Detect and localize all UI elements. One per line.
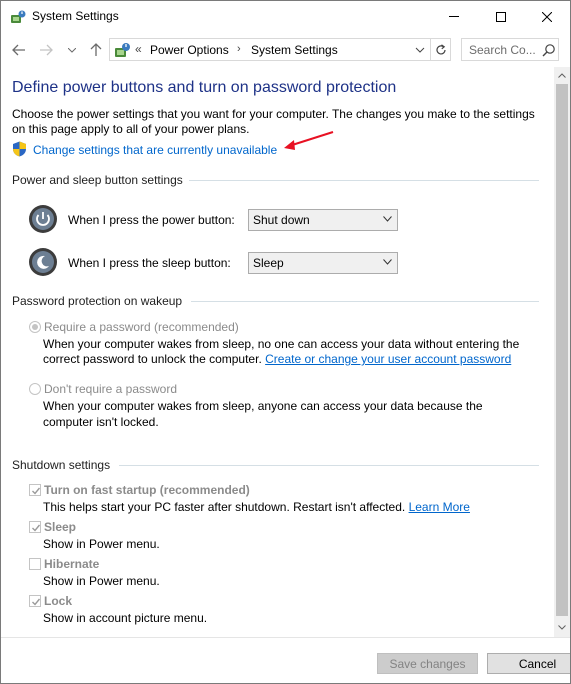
power-sleep-section-header: Power and sleep button settings xyxy=(12,173,183,187)
shutdown-section-header: Shutdown settings xyxy=(12,458,111,472)
sleep-checkbox[interactable] xyxy=(29,521,41,533)
close-button[interactable] xyxy=(524,1,570,32)
maximize-icon xyxy=(496,11,506,22)
scroll-down-button[interactable] xyxy=(554,619,570,636)
chevron-down-icon xyxy=(68,47,76,53)
minimize-button[interactable] xyxy=(431,1,477,32)
hibernate-description: Show in Power menu. xyxy=(43,574,160,588)
maximize-button[interactable] xyxy=(478,1,524,32)
recent-locations-button[interactable] xyxy=(63,41,81,59)
section-divider xyxy=(189,180,539,181)
checkmark-icon xyxy=(32,598,41,606)
title-bar: System Settings xyxy=(1,1,570,32)
page-title: Define power buttons and turn on passwor… xyxy=(12,79,397,96)
scroll-thumb[interactable] xyxy=(556,84,568,616)
sleep-label[interactable]: Sleep xyxy=(44,519,76,535)
power-options-icon xyxy=(113,41,131,59)
create-password-link[interactable]: Create or change your user account passw… xyxy=(265,352,511,366)
footer-bar: Save changes Cancel xyxy=(1,637,570,683)
sleep-button-icon xyxy=(28,247,58,277)
minimize-icon xyxy=(449,16,459,17)
lock-description: Show in account picture menu. xyxy=(43,611,208,625)
section-divider xyxy=(191,301,539,302)
back-button[interactable] xyxy=(10,41,28,59)
address-bar[interactable]: « Power Options › System Settings xyxy=(109,38,451,61)
system-settings-window: System Settings « Power Options › System… xyxy=(0,0,571,684)
lock-checkbox[interactable] xyxy=(29,595,41,607)
scroll-up-button[interactable] xyxy=(554,67,570,84)
window-title: System Settings xyxy=(32,9,119,23)
chevron-up-icon xyxy=(558,73,566,78)
search-input[interactable]: Search Co... xyxy=(461,38,559,61)
chevron-down-icon xyxy=(415,47,425,53)
chevron-down-icon xyxy=(383,259,392,265)
password-section-header: Password protection on wakeup xyxy=(12,294,183,308)
section-divider xyxy=(119,465,539,466)
fast-startup-label[interactable]: Turn on fast startup (recommended) xyxy=(44,482,250,498)
up-button[interactable] xyxy=(87,41,105,59)
power-button-action-select[interactable]: Shut down xyxy=(248,209,398,231)
intro-text: Choose the power settings that you want … xyxy=(12,107,535,136)
refresh-button[interactable] xyxy=(430,39,450,60)
fast-startup-description-text: This helps start your PC faster after sh… xyxy=(43,500,406,514)
power-button-label: When I press the power button: xyxy=(68,213,235,227)
power-options-app-icon xyxy=(10,9,26,25)
forward-arrow-icon xyxy=(40,44,53,56)
vertical-scrollbar[interactable] xyxy=(554,67,570,637)
main-content: Define power buttons and turn on passwor… xyxy=(1,67,554,637)
checkmark-icon xyxy=(32,487,41,495)
forward-button[interactable] xyxy=(37,41,55,59)
change-unavailable-settings-link[interactable]: Change settings that are currently unava… xyxy=(33,143,277,157)
sleep-description: Show in Power menu. xyxy=(43,537,160,551)
learn-more-link[interactable]: Learn More xyxy=(409,500,470,514)
sleep-button-action-value: Sleep xyxy=(253,256,284,270)
require-password-radio[interactable] xyxy=(29,321,41,333)
power-button-icon xyxy=(28,204,58,234)
require-password-label[interactable]: Require a password (recommended) xyxy=(44,319,239,335)
refresh-icon xyxy=(435,43,446,54)
back-arrow-icon xyxy=(12,44,25,56)
checkmark-icon xyxy=(32,524,41,532)
breadcrumb-separator[interactable]: › xyxy=(237,43,241,55)
address-dropdown-button[interactable] xyxy=(413,42,427,58)
breadcrumb-system-settings[interactable]: System Settings xyxy=(251,43,338,57)
require-password-description-line1: When your computer wakes from sleep, no … xyxy=(43,337,520,351)
dont-require-password-label[interactable]: Don't require a password xyxy=(44,381,177,397)
breadcrumb-power-options[interactable]: Power Options xyxy=(150,43,229,57)
close-icon xyxy=(542,11,552,22)
chevron-down-icon xyxy=(383,216,392,222)
cancel-button[interactable]: Cancel xyxy=(487,653,570,674)
require-password-description-text: correct password to unlock the computer. xyxy=(43,352,262,366)
sleep-button-action-select[interactable]: Sleep xyxy=(248,252,398,274)
breadcrumb-overflow[interactable]: « xyxy=(135,42,142,56)
search-placeholder: Search Co... xyxy=(469,43,536,57)
lock-label[interactable]: Lock xyxy=(44,593,72,609)
hibernate-checkbox[interactable] xyxy=(29,558,41,570)
sleep-button-label: When I press the sleep button: xyxy=(68,256,231,270)
power-button-action-value: Shut down xyxy=(253,213,310,227)
fast-startup-checkbox[interactable] xyxy=(29,484,41,496)
fast-startup-description: This helps start your PC faster after sh… xyxy=(43,499,470,515)
up-arrow-icon xyxy=(90,43,102,56)
dont-require-password-radio[interactable] xyxy=(29,383,41,395)
search-icon xyxy=(542,43,556,57)
navigation-bar: « Power Options › System Settings Search… xyxy=(1,32,570,67)
hibernate-label[interactable]: Hibernate xyxy=(44,556,99,572)
require-password-description-line2: correct password to unlock the computer.… xyxy=(43,351,511,367)
red-arrow-annotation-icon xyxy=(284,131,334,150)
chevron-down-icon xyxy=(558,625,566,630)
uac-shield-icon xyxy=(12,141,27,157)
dont-require-password-description: When your computer wakes from sleep, any… xyxy=(43,399,483,429)
save-changes-button[interactable]: Save changes xyxy=(377,653,478,674)
